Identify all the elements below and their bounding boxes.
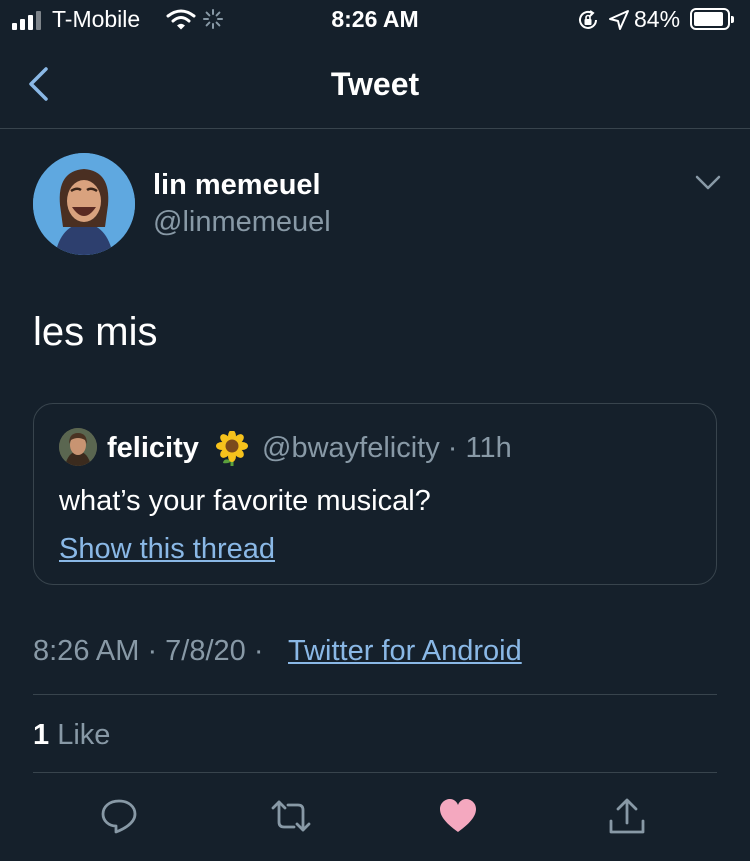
like-count-number: 1 — [33, 719, 50, 751]
quoted-author-name: felicity — [107, 432, 199, 464]
stats-divider-bottom — [33, 772, 717, 773]
sunflower-icon — [216, 431, 248, 466]
like-count-label: Like — [49, 719, 111, 751]
orientation-lock-icon — [579, 10, 597, 29]
author-handle[interactable]: @linmemeuel — [153, 206, 331, 239]
page-title: Tweet — [330, 66, 420, 102]
quoted-author-avatar — [59, 428, 97, 466]
tweet-source-link[interactable]: Twitter for Android — [288, 635, 522, 668]
chevron-down-icon[interactable] — [694, 174, 722, 192]
likes-count[interactable]: 1 Like — [33, 719, 110, 752]
retweet-icon[interactable] — [270, 797, 312, 835]
battery-icon — [690, 8, 734, 30]
battery-percent: 84% — [634, 6, 681, 32]
reply-icon[interactable] — [100, 797, 138, 835]
tweet-text: les mis — [33, 310, 158, 354]
stats-divider-top — [33, 694, 717, 695]
quoted-tweet-text: what’s your favorite musical? — [59, 485, 431, 517]
like-icon[interactable] — [438, 797, 478, 835]
header-divider — [0, 128, 750, 129]
share-icon[interactable] — [607, 797, 647, 837]
show-thread-link[interactable]: Show this thread — [59, 533, 275, 566]
status-bar: T-Mobile 8:26 AM 84% — [0, 0, 750, 42]
location-icon — [609, 10, 629, 30]
author-avatar[interactable] — [33, 153, 135, 255]
tweet-timestamp: 8:26 AM · 7/8/20 · — [33, 635, 264, 667]
author-name[interactable]: lin memeuel — [153, 169, 321, 202]
quoted-author-handle: @bwayfelicity · 11h — [262, 432, 512, 464]
